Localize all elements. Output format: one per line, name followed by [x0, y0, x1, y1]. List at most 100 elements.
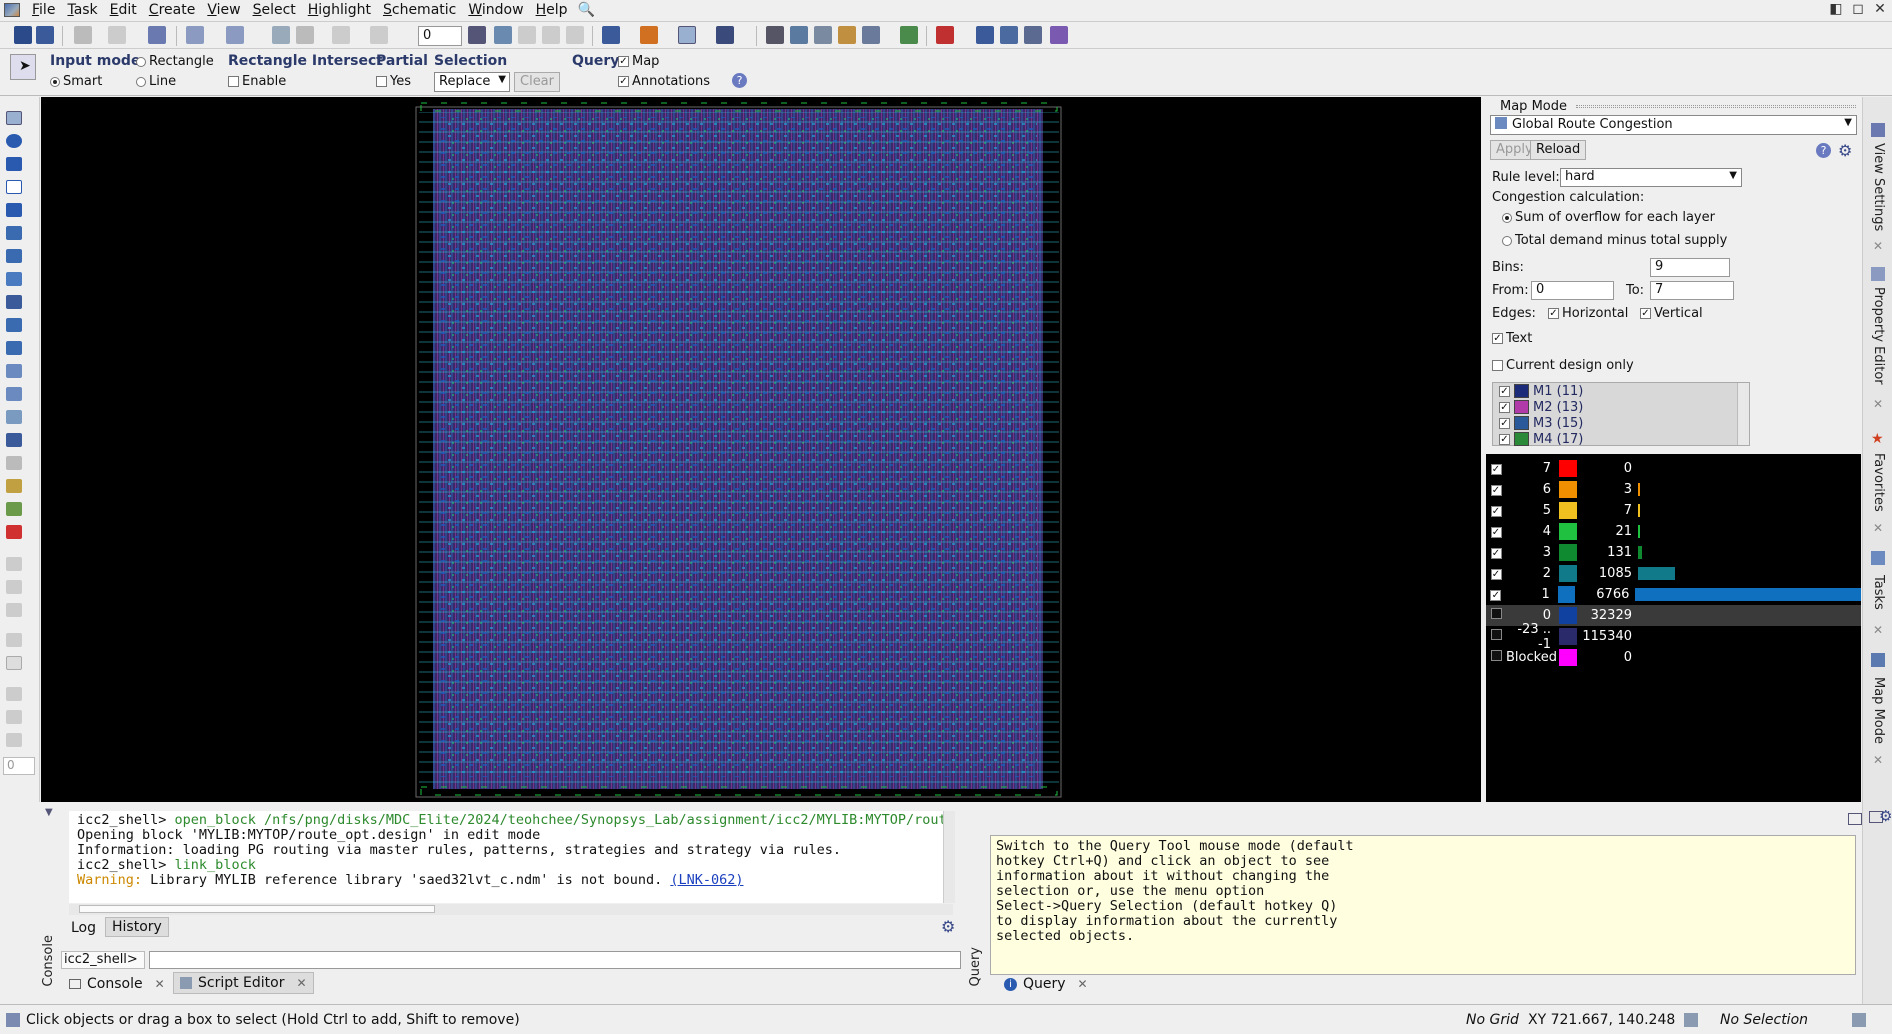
close-icon[interactable]: ✕ — [1873, 623, 1883, 637]
lock-icon[interactable] — [6, 557, 22, 571]
list-icon[interactable] — [1852, 1013, 1866, 1027]
menu-window[interactable]: Window — [462, 2, 529, 18]
align-left-icon[interactable] — [518, 26, 536, 44]
console-log[interactable]: icc2_shell> open_block /nfs/png/disks/MD… — [69, 811, 953, 903]
align-right-icon[interactable] — [566, 26, 584, 44]
check-icon[interactable] — [1000, 26, 1018, 44]
gear-icon[interactable]: ⚙ — [1838, 141, 1852, 160]
measure-icon[interactable] — [6, 633, 22, 647]
zoom-icon[interactable] — [6, 157, 22, 171]
delete-icon[interactable] — [6, 525, 22, 539]
route-icon[interactable] — [640, 26, 658, 44]
legend-row[interactable]: Blocked 0 — [1486, 647, 1861, 668]
move-icon[interactable] — [6, 203, 22, 217]
legend-row[interactable]: ✓ 3 131 — [1486, 542, 1861, 563]
edges-horizontal[interactable]: ✓ Horizontal — [1548, 306, 1628, 321]
verify-icon[interactable] — [976, 26, 994, 44]
rect-intersect-enable[interactable]: Enable — [228, 74, 286, 89]
split-icon[interactable] — [6, 249, 22, 263]
legend-checkbox[interactable] — [1490, 608, 1502, 619]
log-vscrollbar[interactable] — [943, 811, 955, 903]
select-arrow-icon[interactable] — [6, 111, 22, 125]
redo-icon[interactable] — [370, 26, 388, 44]
legend-row[interactable]: ✓ 4 21 — [1486, 521, 1861, 542]
polyline-icon[interactable] — [6, 710, 22, 724]
legend-checkbox[interactable] — [1490, 650, 1502, 661]
duplicate-icon[interactable] — [6, 387, 22, 401]
tab-log[interactable]: Log — [65, 919, 102, 937]
close-icon[interactable]: ✕ — [1873, 397, 1883, 411]
edges-vertical[interactable]: ✓ Vertical — [1640, 306, 1703, 321]
zoom-out-icon[interactable] — [296, 26, 314, 44]
tab-script-editor[interactable]: Script Editor ✕ — [173, 972, 314, 994]
bus-icon[interactable] — [6, 341, 22, 355]
legend-row[interactable]: ✓ 6 3 — [1486, 479, 1861, 500]
layer-row[interactable]: ✓ M1 (11) — [1493, 383, 1749, 399]
triangle-icon[interactable] — [6, 687, 22, 701]
gear-icon[interactable]: ⚙ — [941, 917, 955, 936]
partial-yes[interactable]: Yes — [376, 74, 411, 89]
legend-checkbox[interactable]: ✓ — [1490, 590, 1502, 601]
menu-edit[interactable]: Edit — [104, 2, 143, 18]
align-center-icon[interactable] — [542, 26, 560, 44]
from-field[interactable]: 0 — [1531, 281, 1614, 300]
layer-row[interactable]: ✓ M3 (15) — [1493, 415, 1749, 431]
rectangle-icon[interactable] — [6, 180, 22, 194]
path-icon[interactable] — [6, 479, 22, 493]
wrench-icon[interactable] — [838, 26, 856, 44]
align-icon[interactable] — [6, 433, 22, 447]
bins-field[interactable]: 9 — [1650, 258, 1730, 277]
undo-icon[interactable] — [332, 26, 350, 44]
zoom-level-field[interactable]: 0 — [418, 26, 462, 46]
tab-console[interactable]: Console ✕ — [63, 974, 171, 994]
help-icon[interactable]: ? — [1816, 143, 1831, 158]
camera-icon[interactable] — [716, 26, 734, 44]
blockage-icon[interactable] — [6, 456, 22, 470]
legend-checkbox[interactable] — [1490, 629, 1502, 640]
menu-task[interactable]: Task — [61, 2, 103, 18]
legend-checkbox[interactable]: ✓ — [1490, 548, 1502, 559]
restore-icon[interactable]: ◧ — [1828, 1, 1844, 17]
legend-checkbox[interactable]: ✓ — [1490, 464, 1502, 475]
close-icon[interactable]: ✕ — [1873, 753, 1883, 767]
cell-icon[interactable] — [6, 272, 22, 286]
snap-icon[interactable] — [1684, 1013, 1698, 1027]
fix-icon[interactable] — [6, 603, 22, 617]
help-icon[interactable]: ? — [732, 73, 747, 88]
tab-history[interactable]: History — [105, 917, 169, 937]
to-field[interactable]: 7 — [1650, 281, 1734, 300]
layout-canvas[interactable] — [41, 97, 1481, 802]
hierarchy2-icon[interactable] — [226, 26, 244, 44]
chart-icon[interactable] — [814, 26, 832, 44]
layers-icon[interactable] — [862, 26, 880, 44]
layer-row[interactable]: ✓ M4 (17) — [1493, 431, 1749, 447]
calc-total-demand[interactable]: Total demand minus total supply — [1502, 233, 1727, 248]
close-icon[interactable]: ✕ — [1873, 239, 1883, 253]
rule-level-select[interactable]: hard ▼ — [1560, 168, 1742, 187]
menu-file[interactable]: File — [26, 2, 61, 18]
selection-mode-select[interactable]: Replace ▼ — [434, 72, 510, 92]
ruler-icon[interactable] — [494, 26, 512, 44]
legend-checkbox[interactable]: ✓ — [1490, 569, 1502, 580]
reload-button[interactable]: Reload — [1530, 140, 1587, 160]
save-icon[interactable] — [36, 26, 54, 44]
stretch-icon[interactable] — [6, 226, 22, 240]
box-icon[interactable] — [6, 656, 22, 670]
zoom-in-icon[interactable] — [272, 26, 290, 44]
command-input[interactable] — [149, 951, 961, 969]
compare-icon[interactable] — [900, 26, 918, 44]
tab-property-editor[interactable]: Property Editor — [1871, 287, 1886, 385]
gear-icon[interactable]: ⚙ — [1879, 807, 1892, 825]
calc-sum-overflow[interactable]: Sum of overflow for each layer — [1502, 210, 1715, 225]
input-mode-rectangle[interactable]: Rectangle — [136, 54, 214, 69]
legend-checkbox[interactable]: ✓ — [1490, 527, 1502, 538]
maximize-icon[interactable]: ◻ — [1850, 1, 1866, 17]
close-icon[interactable]: ✕ — [1872, 1, 1888, 17]
input-mode-smart[interactable]: Smart — [50, 74, 102, 89]
list-check-icon[interactable] — [1024, 26, 1042, 44]
close-icon[interactable]: ✕ — [155, 977, 165, 991]
open-icon[interactable] — [14, 26, 32, 44]
map-select[interactable]: Global Route Congestion ▼ — [1490, 115, 1857, 135]
current-design-only[interactable]: Current design only — [1492, 358, 1634, 373]
layer-row[interactable]: ✓ M2 (13) — [1493, 399, 1749, 415]
